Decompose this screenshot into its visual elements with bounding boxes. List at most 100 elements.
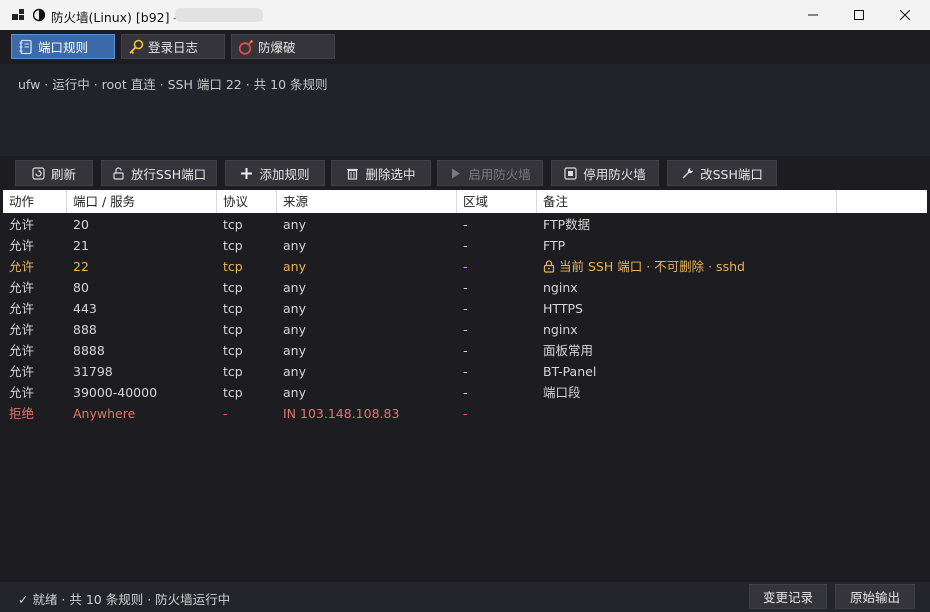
disable-firewall-label: 停用防火墙	[583, 166, 646, 182]
cell-port: Anywhere	[73, 406, 136, 421]
firewall-summary: ufw · 运行中 · root 直连 · SSH 端口 22 · 共 10 条…	[18, 77, 328, 92]
cell-action: 允许	[9, 259, 35, 274]
cell-note: BT-Panel	[543, 364, 597, 379]
column-header-protocol[interactable]: 协议	[217, 190, 277, 213]
cell-zone: -	[463, 406, 468, 421]
cell-source: any	[283, 280, 306, 295]
enable-firewall-button[interactable]: 启用防火墙	[437, 160, 543, 186]
redacted-address	[175, 8, 263, 22]
cell-action: 允许	[9, 322, 35, 337]
wrench-icon	[682, 167, 694, 178]
rules-table-body: 允许 20 tcp any - FTP数据 允许 21 tcp any - FT…	[3, 214, 927, 424]
table-row[interactable]: 允许 80 tcp any - nginx	[3, 277, 927, 298]
toolbar: 刷新 放行SSH端口 添加规则 删除选中 启用防火墙 停用防火墙 改SSH端口	[0, 156, 930, 190]
cell-zone: -	[463, 238, 468, 253]
cell-note: 当前 SSH 端口 · 不可删除 · sshd	[543, 256, 745, 277]
table-row[interactable]: 允许 21 tcp any - FTP	[3, 235, 927, 256]
cell-protocol: tcp	[223, 364, 243, 379]
cell-port: 8888	[73, 343, 105, 358]
cell-protocol: tcp	[223, 385, 243, 400]
maximize-icon	[854, 10, 864, 20]
raw-output-button[interactable]: 原始输出	[835, 584, 915, 609]
refresh-button[interactable]: 刷新	[15, 160, 93, 186]
tab-login-log[interactable]: 登录日志	[121, 34, 225, 59]
cell-action: 允许	[9, 217, 35, 232]
table-row[interactable]: 允许 443 tcp any - HTTPS	[3, 298, 927, 319]
raw-output-label: 原始输出	[849, 590, 900, 605]
add-rule-button[interactable]: 添加规则	[225, 160, 325, 186]
cell-action: 允许	[9, 280, 35, 295]
tab-brute-force[interactable]: 防爆破	[231, 34, 335, 59]
refresh-icon	[32, 166, 45, 180]
info-panel: ufw · 运行中 · root 直连 · SSH 端口 22 · 共 10 条…	[0, 64, 930, 156]
allow-ssh-label: 放行SSH端口	[130, 166, 207, 182]
allow-ssh-button[interactable]: 放行SSH端口	[101, 160, 217, 186]
table-row[interactable]: 允许 39000-40000 tcp any - 端口段	[3, 382, 927, 403]
cell-zone: -	[463, 343, 468, 358]
cell-action: 允许	[9, 301, 35, 316]
column-header-action[interactable]: 动作	[3, 190, 67, 213]
enable-firewall-label: 启用防火墙	[468, 166, 531, 182]
cell-note: nginx	[543, 322, 578, 337]
close-icon	[900, 10, 910, 20]
key-icon	[129, 39, 144, 54]
cell-protocol: tcp	[223, 238, 243, 253]
change-log-label: 变更记录	[762, 590, 813, 605]
cell-source: any	[283, 259, 306, 274]
lock-icon	[543, 260, 555, 273]
app-icon	[12, 9, 24, 20]
column-header-port[interactable]: 端口 / 服务	[67, 190, 217, 213]
table-row[interactable]: 允许 31798 tcp any - BT-Panel	[3, 361, 927, 382]
cell-source: any	[283, 385, 306, 400]
cell-protocol: -	[223, 406, 228, 421]
delete-selected-label: 删除选中	[365, 166, 416, 182]
table-row-current-ssh[interactable]: 允许 22 tcp any - 当前 SSH 端口 · 不可删除 · sshd	[3, 256, 927, 277]
cell-zone: -	[463, 280, 468, 295]
maximize-button[interactable]	[836, 0, 882, 30]
table-row[interactable]: 允许 888 tcp any - nginx	[3, 319, 927, 340]
cell-protocol: tcp	[223, 301, 243, 316]
change-log-button[interactable]: 变更记录	[749, 584, 827, 609]
unlock-icon	[113, 166, 124, 180]
table-row[interactable]: 允许 20 tcp any - FTP数据	[3, 214, 927, 235]
cell-action: 允许	[9, 385, 35, 400]
cell-port: 39000-40000	[73, 385, 158, 400]
tab-port-rules[interactable]: 端口规则	[11, 34, 115, 59]
cell-port: 21	[73, 238, 89, 253]
cell-source: any	[283, 364, 306, 379]
title-bar: 防火墙(Linux) [b92] — 10	[0, 0, 930, 30]
plus-icon	[241, 167, 253, 179]
tab-label: 端口规则	[38, 40, 89, 55]
status-text: ✓ 就绪 · 共 10 条规则 · 防火墙运行中	[18, 592, 231, 607]
cell-port: 31798	[73, 364, 113, 379]
cell-protocol: tcp	[223, 343, 243, 358]
status-bar: ✓ 就绪 · 共 10 条规则 · 防火墙运行中 变更记录 原始输出	[0, 582, 930, 612]
cell-port: 443	[73, 301, 97, 316]
column-header-note[interactable]: 备注	[537, 190, 837, 213]
cell-source: any	[283, 217, 306, 232]
add-rule-label: 添加规则	[259, 166, 310, 182]
cell-action: 允许	[9, 364, 35, 379]
cell-zone: -	[463, 259, 468, 274]
close-button[interactable]	[882, 0, 928, 30]
disable-firewall-button[interactable]: 停用防火墙	[551, 160, 659, 186]
cell-port: 20	[73, 217, 89, 232]
cell-port: 888	[73, 322, 97, 337]
bomb-icon	[238, 39, 253, 55]
cell-port: 22	[73, 259, 89, 274]
delete-selected-button[interactable]: 删除选中	[331, 160, 431, 186]
minimize-button[interactable]	[790, 0, 836, 30]
cell-source: any	[283, 343, 306, 358]
table-row[interactable]: 允许 8888 tcp any - 面板常用	[3, 340, 927, 361]
cell-note: 端口段	[543, 385, 581, 400]
column-header-source[interactable]: 来源	[277, 190, 457, 213]
change-ssh-port-button[interactable]: 改SSH端口	[667, 160, 777, 186]
table-row-deny[interactable]: 拒绝 Anywhere - IN 103.148.108.83 -	[3, 403, 927, 424]
cell-port: 80	[73, 280, 89, 295]
note-text: 当前 SSH 端口 · 不可删除 · sshd	[559, 259, 745, 274]
cell-protocol: tcp	[223, 280, 243, 295]
cell-source: IN 103.148.108.83	[283, 406, 400, 421]
cell-zone: -	[463, 385, 468, 400]
cell-action: 允许	[9, 238, 35, 253]
column-header-zone[interactable]: 区域	[457, 190, 537, 213]
